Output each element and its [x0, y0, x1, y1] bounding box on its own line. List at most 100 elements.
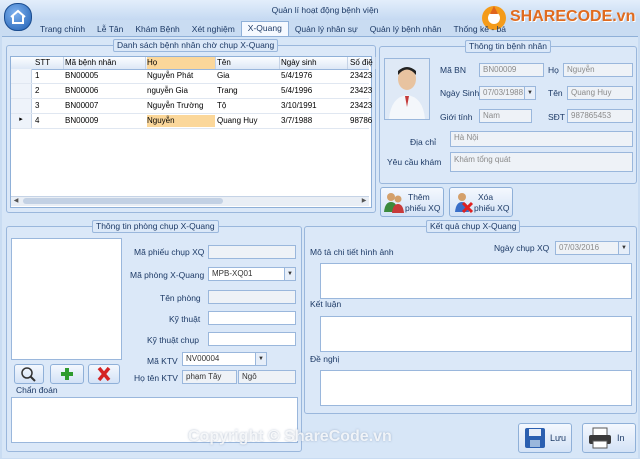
ky-thuat-chup-field[interactable] — [208, 332, 296, 346]
ma-phong-value: MPB-XQ01 — [212, 269, 253, 278]
ky-thuat-chup-label: Kỹ thuật chụp — [147, 335, 199, 345]
tab-quan-ly-nhan-su[interactable]: Quản lý nhân sự — [289, 22, 364, 36]
table-cell: 4 — [35, 116, 40, 125]
table-cell: 5/4/1976 — [281, 71, 313, 80]
watermark-center: ShareCode.vn — [400, 331, 515, 350]
table-row[interactable]: ▸ 4 BN00009 Nguyễn Quang Huy 3/7/1988 98786 — [11, 114, 372, 129]
table-cell: 1 — [35, 71, 40, 80]
ma-ktv-field[interactable]: NV00004 ▼ — [182, 352, 267, 366]
ket-luan-label: Kết luận — [310, 299, 342, 309]
table-cell: 23423 — [350, 71, 373, 80]
ktv-ho-field[interactable]: phạm Tây — [182, 370, 237, 384]
home-button[interactable] — [4, 3, 32, 31]
table-cell: Tộ — [217, 101, 227, 110]
table-cell: Trang — [217, 86, 238, 95]
ten-field[interactable]: Quang Huy — [567, 86, 633, 100]
mo-ta-field[interactable] — [320, 263, 632, 299]
table-cell: BN00009 — [65, 116, 99, 125]
add-xquang-button[interactable]: Thêm phiếu XQ — [380, 187, 444, 217]
delete-label-1: Xóa — [478, 192, 494, 202]
ky-thuat-field[interactable] — [208, 311, 296, 325]
printer-icon — [589, 427, 611, 449]
table-cell: Nguyễn — [147, 115, 215, 127]
scroll-right-icon[interactable]: ▶ — [360, 198, 368, 205]
tab-le-tan[interactable]: Lễ Tân — [91, 22, 129, 36]
ma-phong-field[interactable]: MPB-XQ01 ▼ — [208, 267, 296, 281]
scroll-left-icon[interactable]: ◀ — [12, 198, 20, 205]
grid-col-header[interactable]: Tên — [217, 57, 280, 69]
table-cell: 98786 — [350, 116, 373, 125]
chevron-down-icon[interactable]: ▼ — [618, 242, 629, 254]
add-label-1: Thêm — [408, 192, 430, 202]
ten-phong-field[interactable] — [208, 290, 296, 304]
plus-icon — [61, 368, 73, 380]
close-icon — [97, 366, 111, 382]
table-cell: nguyễn Gia — [147, 86, 188, 95]
yeu-cau-field[interactable]: Khám tổng quát — [450, 152, 633, 172]
ma-phong-label: Mã phòng X-Quang — [130, 270, 205, 280]
add-user-icon — [384, 193, 404, 213]
ngay-sinh-value: 07/03/1988 — [483, 88, 524, 97]
result-title: Kết quả chụp X-Quang — [426, 220, 521, 233]
ngay-sinh-field[interactable]: 07/03/1988 ▼ — [479, 86, 536, 100]
add-label-2: phiếu XQ — [405, 203, 441, 213]
gioi-tinh-field[interactable]: Nam — [479, 109, 532, 123]
table-row[interactable]: 3 BN00007 Nguyễn Trường Tộ 3/10/1991 23423 — [11, 99, 372, 114]
table-cell: BN00006 — [65, 86, 99, 95]
remove-image-button[interactable] — [88, 364, 120, 384]
chan-doan-label: Chẩn đoán — [16, 385, 58, 395]
row-selector[interactable]: ▸ — [11, 114, 32, 128]
table-cell: BN00007 — [65, 101, 99, 110]
floppy-disk-icon — [525, 428, 545, 448]
de-nghi-field[interactable] — [320, 370, 632, 406]
tab-thong-ke[interactable]: Thống kê - bá — [448, 22, 512, 36]
scrollbar-thumb[interactable] — [23, 198, 223, 204]
grid-col-header[interactable]: Họ — [147, 57, 216, 69]
table-cell: Nguyễn Trường — [147, 101, 204, 110]
save-button[interactable]: Lưu — [518, 423, 572, 453]
table-row[interactable]: 1 BN00005 Nguyễn Phát Gia 5/4/1976 23423 — [11, 69, 372, 84]
ten-label: Tên — [548, 88, 563, 98]
sdt-field[interactable]: 987865453 — [567, 109, 633, 123]
tab-x-quang[interactable]: X-Quang — [240, 21, 289, 36]
row-selector[interactable] — [11, 99, 32, 113]
grid-col-header[interactable]: STT — [35, 57, 64, 69]
gioi-tinh-label: Giới tính — [440, 112, 473, 122]
dia-chi-field[interactable]: Hà Nội — [450, 131, 633, 147]
patient-info-title: Thông tin bệnh nhân — [465, 40, 551, 53]
dia-chi-label: Địa chỉ — [410, 137, 436, 147]
ho-ten-ktv-label: Họ tên KTV — [134, 373, 178, 383]
ho-field[interactable]: Nguyễn — [563, 63, 633, 77]
grid-col-header[interactable]: Số điệ — [350, 57, 376, 69]
table-row[interactable]: 2 BN00006 nguyễn Gia Trang 5/4/1996 23423 — [11, 84, 372, 99]
table-cell: 3/10/1991 — [281, 101, 317, 110]
chevron-down-icon[interactable]: ▼ — [524, 87, 535, 99]
chevron-down-icon[interactable]: ▼ — [284, 268, 295, 280]
patient-grid-hscrollbar[interactable]: ◀ ▶ — [11, 196, 369, 206]
tab-xet-nghiem[interactable]: Xét nghiệm — [186, 22, 241, 36]
ngay-chup-field[interactable]: 07/03/2016 ▼ — [555, 241, 630, 255]
zoom-button[interactable] — [14, 364, 44, 384]
patient-avatar-icon — [385, 59, 429, 119]
patient-photo — [384, 58, 430, 120]
grid-col-header[interactable]: Ngày sinh — [281, 57, 348, 69]
tab-quan-ly-benh-nhan[interactable]: Quản lý bệnh nhân — [364, 22, 448, 36]
home-icon — [10, 9, 26, 24]
ma-bn-field[interactable]: BN00009 — [479, 63, 544, 77]
ma-phieu-field[interactable] — [208, 245, 296, 259]
print-button[interactable]: In — [582, 423, 636, 453]
row-selector[interactable] — [11, 84, 32, 98]
grid-col-header[interactable]: Mã bệnh nhân — [65, 57, 146, 69]
delete-label-2: phiếu XQ — [474, 203, 510, 213]
tab-kham-benh[interactable]: Khám Bệnh — [129, 22, 185, 36]
zoom-icon — [21, 367, 36, 382]
add-image-button[interactable] — [50, 364, 84, 384]
delete-xquang-button[interactable]: Xóa phiếu XQ — [449, 187, 513, 217]
tab-trang-chinh[interactable]: Trang chính — [34, 22, 91, 36]
ktv-ten-field[interactable]: Ngô — [238, 370, 296, 384]
chevron-down-icon[interactable]: ▼ — [255, 353, 266, 365]
row-selector[interactable] — [11, 69, 32, 83]
ngay-chup-label: Ngày chụp XQ — [494, 243, 550, 253]
ten-phong-label: Tên phòng — [160, 293, 201, 303]
table-cell: 2 — [35, 86, 40, 95]
